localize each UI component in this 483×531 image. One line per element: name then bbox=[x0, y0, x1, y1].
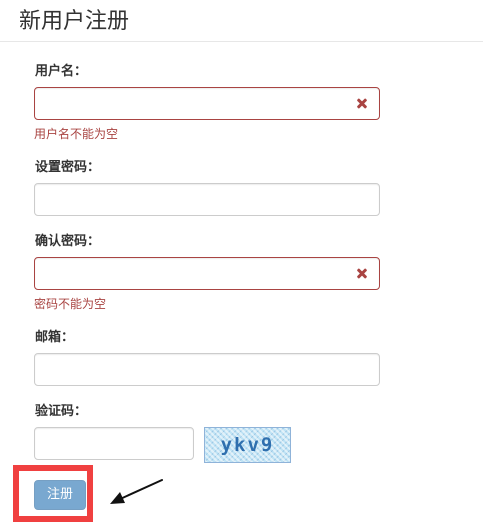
username-field[interactable] bbox=[34, 87, 380, 120]
registration-page: 新用户注册 用户名： 用户名不能为空 设置密码： 确认密码： 密码不能为空 邮箱… bbox=[0, 0, 483, 531]
arrow-icon bbox=[110, 479, 163, 504]
confirm-password-label: 确认密码： bbox=[35, 234, 101, 249]
password-label: 设置密码： bbox=[35, 160, 101, 175]
confirm-password-error-message: 密码不能为空 bbox=[34, 297, 107, 311]
title-divider bbox=[0, 41, 483, 42]
confirm-password-field[interactable] bbox=[34, 257, 380, 290]
register-button[interactable]: 注册 bbox=[34, 480, 86, 510]
email-field[interactable] bbox=[34, 353, 380, 386]
close-icon bbox=[355, 267, 369, 281]
close-icon bbox=[355, 97, 369, 111]
password-field[interactable] bbox=[34, 183, 380, 216]
captcha-field[interactable] bbox=[34, 427, 194, 460]
captcha-image-text: ykv9 bbox=[220, 434, 275, 456]
username-error-message: 用户名不能为空 bbox=[34, 127, 119, 141]
captcha-image[interactable]: ykv9 bbox=[204, 427, 291, 463]
captcha-label: 验证码： bbox=[35, 404, 88, 419]
page-title: 新用户注册 bbox=[19, 9, 130, 34]
username-label: 用户名： bbox=[35, 64, 88, 79]
email-label: 邮箱： bbox=[35, 330, 75, 345]
